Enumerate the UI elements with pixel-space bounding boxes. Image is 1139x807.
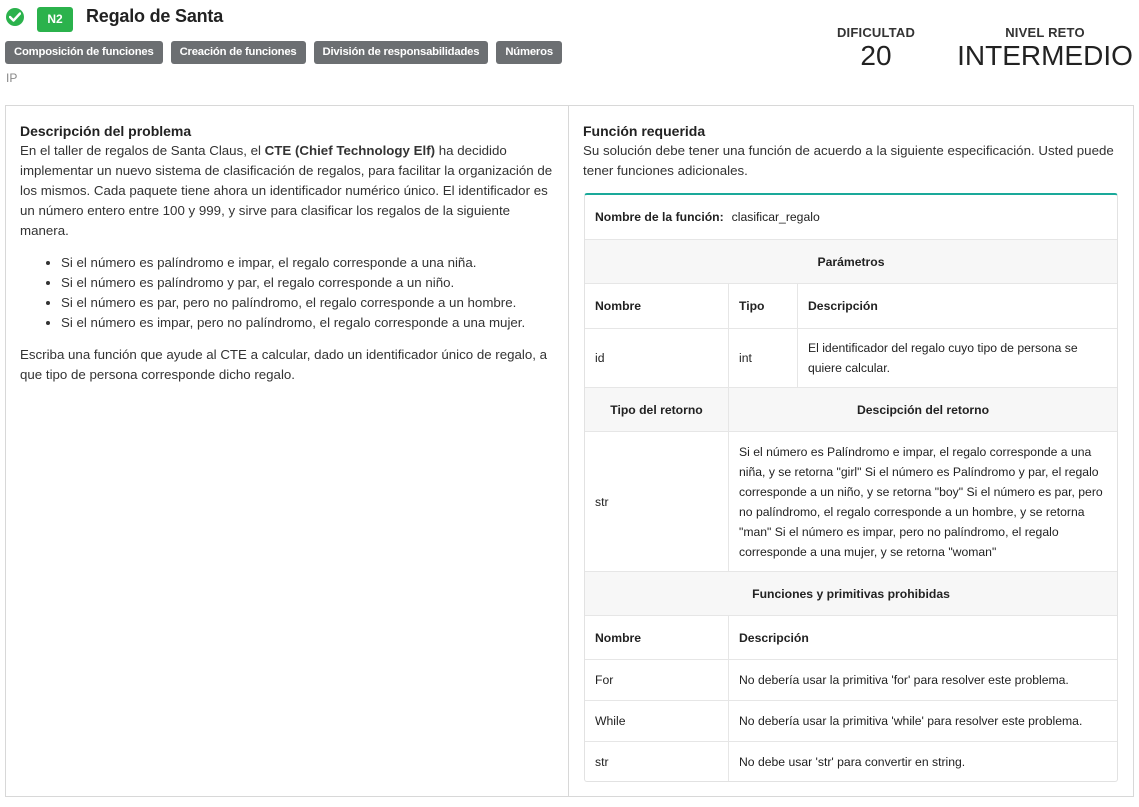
function-name-label: Nombre de la función:	[595, 210, 724, 224]
list-item: Si el número es palíndromo e impar, el r…	[61, 253, 555, 273]
params-header-type: Tipo	[728, 284, 797, 328]
return-header-description: Descipción del retorno	[728, 388, 1117, 431]
forbidden-header-row: Nombre Descripción	[585, 616, 1117, 660]
params-title-row: Parámetros	[585, 240, 1117, 284]
check-circle-icon	[6, 8, 24, 26]
level-label: NIVEL RETO	[1005, 25, 1085, 40]
function-intro-block: Función requerida Su solución debe tener…	[583, 121, 1123, 181]
problem-panel: Descripción del problema En el taller de…	[5, 105, 569, 797]
tag[interactable]: Números	[496, 41, 562, 64]
params-title: Parámetros	[817, 254, 885, 269]
function-spec-table: Nombre de la función: clasificar_regalo …	[584, 193, 1118, 782]
table-row: str No debe usar 'str' para convertir en…	[585, 742, 1117, 781]
list-item: Si el número es par, pero no palíndromo,…	[61, 293, 555, 313]
problem-closing: Escriba una función que ayude al CTE a c…	[20, 347, 548, 382]
param-type: int	[728, 329, 797, 387]
return-header-type: Tipo del retorno	[610, 402, 703, 417]
level-stat: NIVEL RETO INTERMEDIO	[956, 25, 1134, 72]
course-code: IP	[6, 71, 18, 85]
problem-intro: En el taller de regalos de Santa Claus, …	[20, 141, 555, 241]
list-item: Si el número es palíndromo y par, el reg…	[61, 273, 555, 293]
level-value: INTERMEDIO	[957, 40, 1133, 71]
forbidden-header-description: Descripción	[728, 616, 1117, 659]
intro-text: En el taller de regalos de Santa Claus, …	[20, 143, 265, 158]
table-row: While No debería usar la primitiva 'whil…	[585, 701, 1117, 742]
function-name-row: Nombre de la función: clasificar_regalo	[585, 195, 1117, 240]
tag[interactable]: Composición de funciones	[5, 41, 163, 64]
problem-description: Descripción del problema En el taller de…	[20, 121, 555, 385]
difficulty-label: DIFICULTAD	[836, 25, 916, 40]
return-header-row: Tipo del retorno Descipción del retorno	[585, 388, 1117, 432]
param-name: id	[595, 351, 605, 365]
param-description: El identificador del regalo cuyo tipo de…	[797, 329, 1117, 387]
forbidden-description: No debe usar 'str' para convertir en str…	[728, 742, 1117, 781]
problem-heading: Descripción del problema	[20, 123, 192, 139]
level-badge: N2	[37, 7, 73, 32]
forbidden-description: No debería usar la primitiva 'for' para …	[728, 660, 1117, 700]
forbidden-name: For	[595, 673, 614, 687]
forbidden-title-row: Funciones y primitivas prohibidas	[585, 572, 1117, 616]
forbidden-name: str	[595, 754, 609, 769]
list-item: Si el número es impar, pero no palíndrom…	[61, 313, 555, 333]
forbidden-description: No debería usar la primitiva 'while' par…	[728, 701, 1117, 741]
difficulty-value: 20	[860, 40, 892, 71]
table-row: For No debería usar la primitiva 'for' p…	[585, 660, 1117, 701]
params-header-row: Nombre Tipo Descripción	[585, 284, 1117, 329]
difficulty-stat: DIFICULTAD 20	[833, 25, 919, 72]
table-row: str Si el número es Palíndromo e impar, …	[585, 432, 1117, 572]
table-row: id int El identificador del regalo cuyo …	[585, 329, 1117, 388]
intro-bold-text: CTE (Chief Technology Elf)	[264, 143, 436, 158]
tag[interactable]: Creación de funciones	[170, 41, 306, 64]
function-panel: Función requerida Su solución debe tener…	[568, 105, 1134, 797]
page-title: Regalo de Santa	[86, 6, 224, 26]
rules-list: Si el número es palíndromo e impar, el r…	[61, 253, 555, 333]
forbidden-title: Funciones y primitivas prohibidas	[752, 586, 950, 601]
return-description: Si el número es Palíndromo e impar, el r…	[728, 432, 1117, 571]
tag-list: Composición de funciones Creación de fun…	[5, 41, 562, 64]
function-heading: Función requerida	[583, 123, 706, 139]
function-intro: Su solución debe tener una función de ac…	[583, 143, 1114, 178]
params-header-name: Nombre	[595, 299, 642, 313]
forbidden-header-name: Nombre	[595, 630, 642, 645]
function-name-value: clasificar_regalo	[731, 210, 820, 224]
return-type: str	[595, 494, 609, 509]
tag[interactable]: División de responsabilidades	[313, 41, 489, 64]
forbidden-name: While	[595, 714, 626, 728]
params-header-description: Descripción	[797, 284, 1117, 328]
